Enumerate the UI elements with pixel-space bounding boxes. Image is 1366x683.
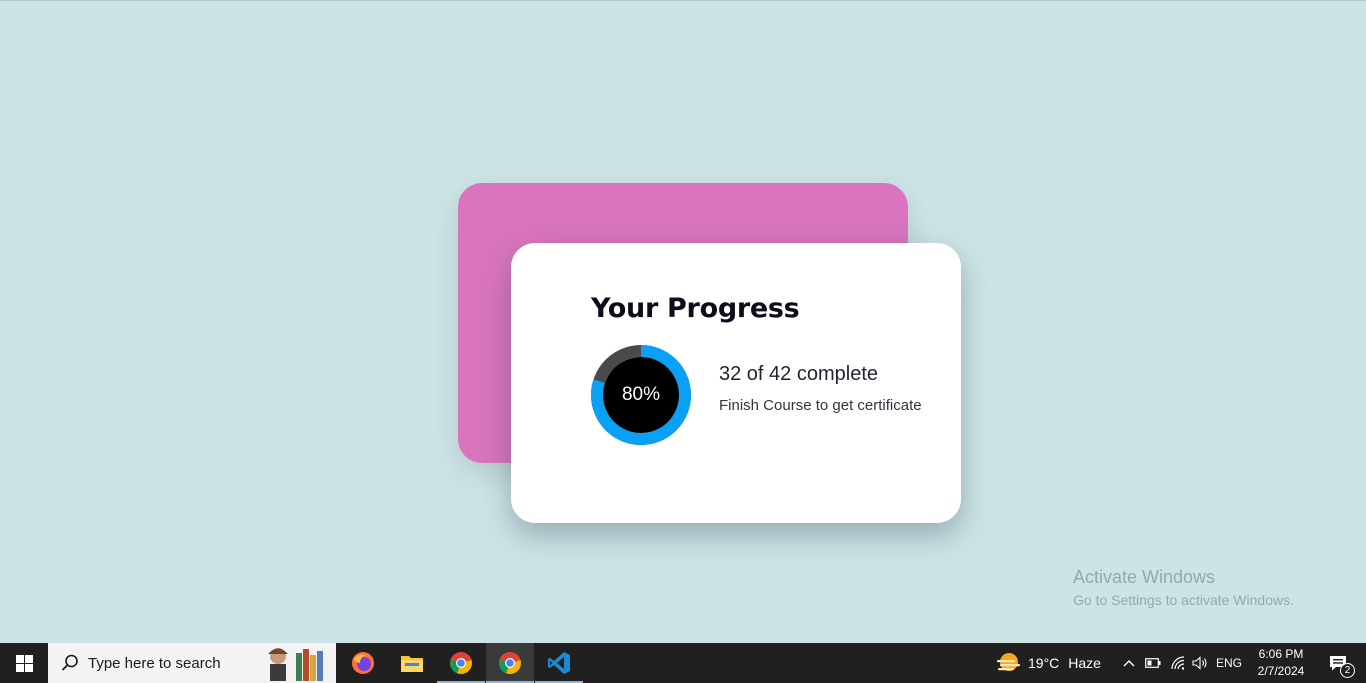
start-button[interactable]: [0, 643, 48, 683]
weather-widget[interactable]: 19°C Haze: [996, 643, 1101, 683]
certificate-hint: Finish Course to get certificate: [719, 397, 922, 414]
windows-logo-icon: [15, 654, 33, 672]
percent-label: 80%: [621, 384, 661, 405]
clock-date: 2/7/2024: [1257, 664, 1305, 678]
search-placeholder: Type here to search: [88, 654, 221, 672]
network-tray-button[interactable]: [1168, 643, 1188, 683]
search-icon: [61, 654, 78, 671]
watermark-title: Activate Windows: [1073, 567, 1216, 587]
chrome-icon: [450, 652, 472, 675]
progress-ring: 80%: [591, 345, 691, 445]
system-clock[interactable]: 6:06 PM 2/7/2024: [1252, 646, 1310, 680]
window-top-border: [0, 0, 1366, 1]
speaker-icon: [1192, 656, 1207, 670]
chrome-active-taskbar-button[interactable]: [486, 643, 534, 683]
taskbar-search-box[interactable]: Type here to search: [48, 643, 336, 683]
chrome-icon: [499, 652, 521, 675]
action-center-button[interactable]: 2: [1318, 643, 1358, 683]
clock-time: 6:06 PM: [1258, 647, 1304, 661]
vscode-taskbar-button[interactable]: [535, 643, 583, 683]
completion-count: 32 of 42 complete: [719, 363, 878, 385]
vscode-icon: [548, 652, 570, 674]
volume-tray-button[interactable]: [1190, 643, 1210, 683]
battery-icon: [1145, 658, 1161, 668]
firefox-icon: [352, 652, 374, 674]
card-title: Your Progress: [591, 293, 800, 324]
haze-weather-icon: [997, 653, 1020, 671]
notification-count-badge: 2: [1340, 663, 1355, 678]
battery-tray-button[interactable]: [1143, 643, 1163, 683]
wifi-icon: [1171, 656, 1185, 670]
show-hidden-icons-button[interactable]: [1120, 643, 1138, 683]
file-explorer-icon: [401, 656, 423, 672]
progress-card: Your Progress 80% 32 of 42 complete Fini…: [511, 243, 961, 523]
input-language-indicator[interactable]: ENG: [1216, 643, 1242, 683]
weather-temperature: 19°C: [1028, 655, 1060, 671]
chrome-taskbar-button[interactable]: [437, 643, 485, 683]
weather-condition: Haze: [1068, 655, 1101, 671]
chevron-up-icon: [1123, 660, 1135, 667]
search-highlight-illustration-icon: [268, 648, 323, 681]
firefox-taskbar-button[interactable]: [339, 643, 387, 683]
activate-windows-watermark: Activate Windows Go to Settings to activ…: [1073, 567, 1294, 608]
taskbar: Type here to search 19°C Haze ENG 6:06 P…: [0, 643, 1366, 683]
watermark-subtitle: Go to Settings to activate Windows.: [1073, 592, 1294, 608]
file-explorer-taskbar-button[interactable]: [388, 643, 436, 683]
